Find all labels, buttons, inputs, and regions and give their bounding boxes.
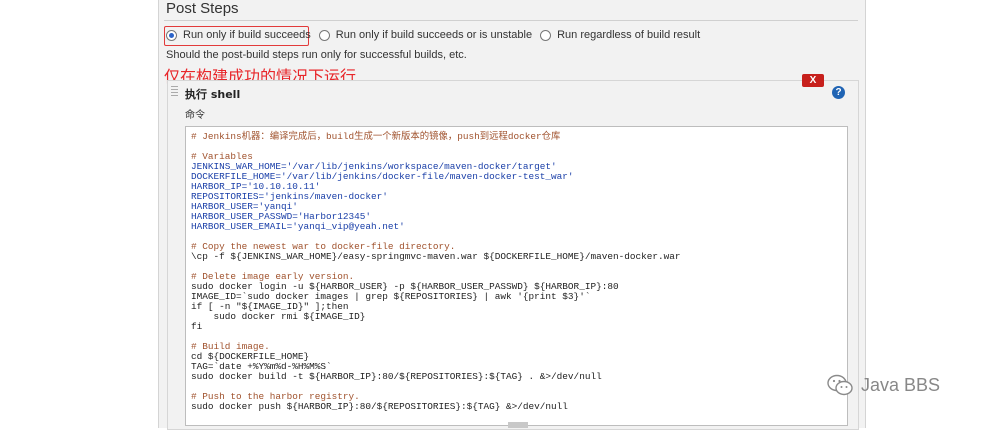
watermark: Java BBS <box>827 374 940 396</box>
watermark-text: Java BBS <box>861 374 941 395</box>
help-icon[interactable]: ? <box>832 86 845 99</box>
radio-button[interactable] <box>318 29 330 41</box>
wechat-icon <box>827 374 853 396</box>
radio-label: Run regardless of build result <box>557 29 701 41</box>
code-line: \cp -f ${JENKINS_WAR_HOME}/easy-springmv… <box>191 251 681 262</box>
radio-option-success[interactable]: Run only if build succeeds <box>166 29 311 41</box>
radio-help-text: Should the post-build steps run only for… <box>166 49 467 61</box>
command-field-label: 命令 <box>185 110 205 121</box>
run-condition-radio-group: Run only if build succeeds Run only if b… <box>166 29 708 41</box>
step-title: 执行 shell <box>185 88 241 101</box>
code-line: # Jenkins机器：编译完成后，build生成一个新版本的镜像，push到远… <box>191 131 561 142</box>
shell-command-textarea[interactable]: # Jenkins机器：编译完成后，build生成一个新版本的镜像，push到远… <box>185 126 848 426</box>
code-line: HARBOR_USER_EMAIL='yanqi_vip@yeah.net' <box>191 221 405 232</box>
code-line: sudo docker rmi ${IMAGE_ID} <box>191 311 366 322</box>
radio-button[interactable] <box>166 29 177 41</box>
code-line: sudo docker build -t ${HARBOR_IP}:80/${R… <box>191 371 602 382</box>
radio-button[interactable] <box>540 29 552 41</box>
code-line: sudo docker push ${HARBOR_IP}:80/${REPOS… <box>191 401 568 412</box>
radio-label: Run only if build succeeds or is unstabl… <box>335 29 533 41</box>
radio-label: Run only if build succeeds <box>183 29 311 41</box>
section-divider <box>164 20 858 21</box>
code-line: fi <box>191 321 203 332</box>
radio-option-success-or-unstable[interactable]: Run only if build succeeds or is unstabl… <box>318 29 533 41</box>
delete-step-button[interactable]: X <box>802 74 824 87</box>
section-title: Post Steps <box>166 0 239 17</box>
drag-handle-icon[interactable] <box>171 86 178 98</box>
textarea-resize-handle[interactable] <box>508 422 528 428</box>
radio-option-regardless[interactable]: Run regardless of build result <box>540 29 700 41</box>
